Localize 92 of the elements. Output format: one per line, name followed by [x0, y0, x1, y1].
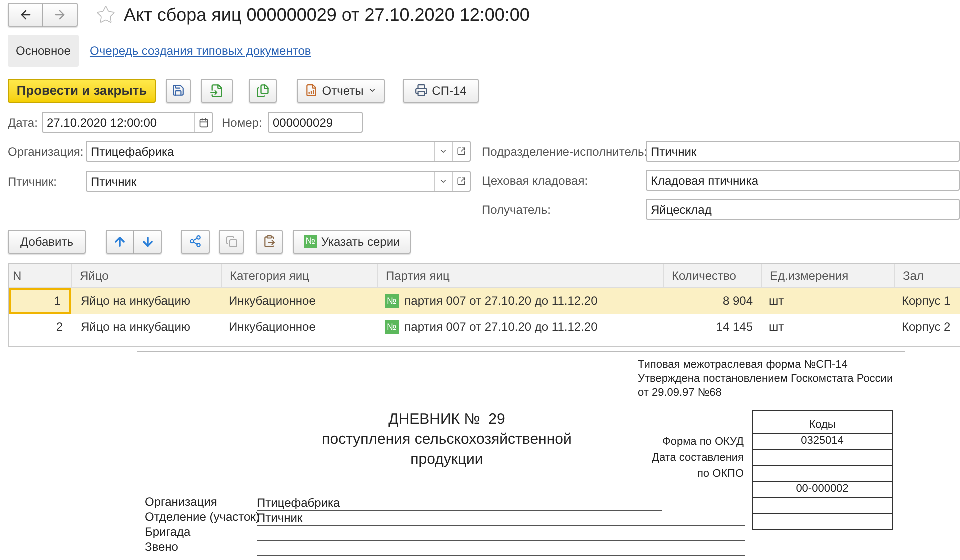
- save-icon: [172, 84, 185, 97]
- input-field[interactable]: Птичник: [646, 141, 960, 162]
- table-cell-text: шт: [768, 293, 786, 310]
- field-label: Получатель:: [482, 202, 552, 218]
- back-button[interactable]: [8, 3, 43, 27]
- arrow-up-icon: [113, 234, 127, 248]
- report-title: ДНЕВНИК № 29: [388, 410, 506, 430]
- column-header[interactable]: Яйцо: [71, 264, 221, 287]
- table-cell-text: партия 007 от 27.10.20 до 11.12.20: [404, 319, 598, 336]
- printer-icon: [415, 84, 428, 97]
- back-icon: [18, 8, 32, 22]
- fill-in-line: Птицефабрика: [257, 496, 662, 511]
- field-label: Подразделение-исполнитель:: [482, 144, 646, 160]
- copy-button[interactable]: [219, 230, 244, 254]
- copy-icon: [226, 236, 238, 248]
- form-label: по ОКПО: [697, 468, 744, 480]
- paste-icon: [263, 235, 276, 248]
- column-header[interactable]: Количество: [663, 264, 761, 287]
- column-header[interactable]: N: [9, 264, 71, 287]
- split-button[interactable]: [181, 230, 210, 254]
- reports-button[interactable]: Отчеты: [297, 78, 385, 102]
- copy-document-button[interactable]: [249, 78, 277, 102]
- report-icon: [305, 84, 318, 97]
- table-cell: 1: [9, 288, 71, 314]
- add-button[interactable]: Добавить: [8, 230, 86, 254]
- report-subtitle: поступления сельскохозяйственной: [322, 430, 572, 450]
- set-series-button[interactable]: № Указать серии: [293, 230, 411, 254]
- caret-icon: [439, 147, 448, 156]
- code-cell: 00-000002: [752, 482, 893, 498]
- number-field[interactable]: 000000029: [268, 112, 363, 133]
- paste-button[interactable]: [256, 230, 283, 254]
- share-icon: [189, 235, 202, 248]
- tab[interactable]: Очередь создания типовых документов: [86, 35, 314, 67]
- fill-in-line: Птичник: [257, 511, 745, 526]
- open-icon: [457, 177, 466, 186]
- post-and-close-button[interactable]: Провести и закрыть: [8, 78, 156, 102]
- form-label: Дата составления: [652, 452, 744, 464]
- table-cell-text: 2: [55, 319, 64, 336]
- number-badge-icon: №: [304, 235, 318, 248]
- form-label: Звено: [145, 539, 180, 556]
- column-header[interactable]: Ед.измерения: [761, 264, 894, 287]
- table-row[interactable]: 1 Яйцо на инкубацию Инкубационное № партия 007 от 27.10.20 до 11.12.20 8 904 шт Корпус 1: [9, 288, 960, 314]
- table-cell-text: Корпус 1: [901, 293, 952, 310]
- document-arrow-icon: [210, 84, 224, 98]
- table-cell-text: партия 007 от 27.10.20 до 11.12.20: [404, 293, 598, 310]
- post-button[interactable]: [201, 78, 233, 102]
- caret-icon: [439, 177, 448, 186]
- form-note: Типовая межотраслевая форма №СП-14: [638, 358, 849, 372]
- number-badge-icon: №: [385, 294, 399, 308]
- documents-icon: [256, 84, 270, 98]
- select-field[interactable]: Птичник: [86, 171, 471, 192]
- tab[interactable]: Основное: [8, 35, 79, 67]
- report-subtitle: продукции: [410, 450, 484, 470]
- input-field[interactable]: Кладовая птичника: [646, 170, 960, 191]
- table-cell-text: Корпус 2: [901, 319, 952, 336]
- table-cell-text: Инкубационное: [228, 293, 317, 310]
- table-cell-text: 8 904: [722, 293, 754, 310]
- form-label: Форма по ОКУД: [662, 436, 744, 448]
- table-cell-text: Яйцо на инкубацию: [80, 293, 192, 310]
- form-note: Утверждена постановлением Госкомстата России: [638, 372, 894, 386]
- caret-icon: [368, 86, 377, 95]
- number-badge-icon: №: [385, 320, 399, 334]
- field-label: Организация:: [8, 144, 85, 160]
- move-down-button[interactable]: [134, 230, 162, 254]
- save-button[interactable]: [166, 78, 191, 102]
- codes-header: Коды: [752, 410, 893, 434]
- code-cell: 0325014: [752, 434, 893, 450]
- move-up-button[interactable]: [106, 230, 134, 254]
- form-label: Бригада: [145, 524, 192, 541]
- open-icon: [457, 147, 466, 156]
- column-header[interactable]: Партия яиц: [377, 264, 663, 287]
- table-cell-text: 14 145: [715, 319, 754, 336]
- table-cell-text: Яйцо на инкубацию: [80, 319, 192, 336]
- forward-icon: [53, 8, 67, 22]
- date-label: Дата:: [8, 114, 39, 132]
- arrow-down-icon: [140, 234, 154, 248]
- select-field[interactable]: Птицефабрика: [86, 141, 471, 162]
- form-label: Организация: [145, 494, 218, 511]
- favorite-star-icon[interactable]: [96, 5, 116, 25]
- number-label: Номер:: [222, 114, 264, 132]
- table-cell-text: Инкубационное: [228, 319, 317, 336]
- print-button[interactable]: СП-14: [403, 78, 479, 102]
- table-cell-text: шт: [768, 319, 786, 336]
- date-field[interactable]: 27.10.2020 12:00:00: [42, 112, 213, 133]
- input-field[interactable]: Яйцесклад: [646, 199, 960, 220]
- calendar-icon: [198, 118, 208, 128]
- column-header[interactable]: Категория яиц: [221, 264, 377, 287]
- form-note: от 29.09.97 №68: [638, 386, 723, 400]
- field-label: Птичник:: [8, 174, 58, 190]
- window-title: Акт сбора яиц 000000029 от 27.10.2020 12:00:00: [124, 4, 530, 27]
- field-label: Цеховая кладовая:: [482, 172, 590, 190]
- column-header[interactable]: Зал: [894, 264, 960, 287]
